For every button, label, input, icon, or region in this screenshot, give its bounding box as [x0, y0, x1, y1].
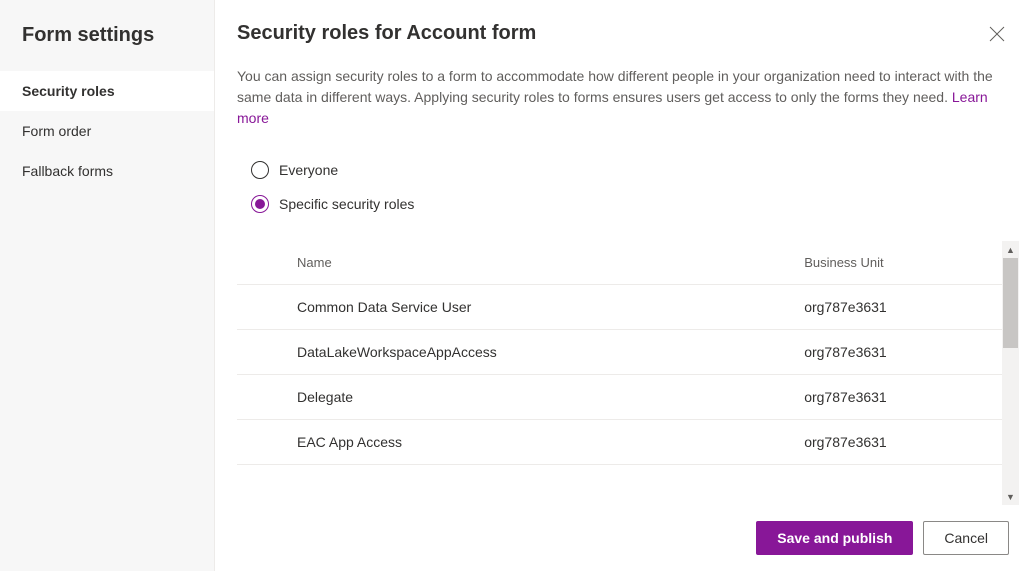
- radio-label: Everyone: [279, 162, 338, 178]
- cell-business-unit: org787e3631: [796, 285, 1002, 330]
- table-row[interactable]: DataLakeWorkspaceAppAccess org787e3631: [237, 330, 1002, 375]
- sidebar-item-form-order[interactable]: Form order: [0, 111, 214, 151]
- cell-business-unit: org787e3631: [796, 375, 1002, 420]
- cell-business-unit: org787e3631: [796, 330, 1002, 375]
- sidebar-title: Form settings: [0, 0, 214, 71]
- radio-specific-security-roles[interactable]: Specific security roles: [251, 187, 1009, 221]
- radio-group: Everyone Specific security roles: [215, 129, 1031, 229]
- cell-name: DataLakeWorkspaceAppAccess: [237, 330, 796, 375]
- table-header-row: Name Business Unit: [237, 241, 1002, 285]
- description: You can assign security roles to a form …: [215, 50, 1031, 129]
- cancel-button[interactable]: Cancel: [923, 521, 1009, 555]
- main-header: Security roles for Account form: [215, 0, 1031, 50]
- column-header-name[interactable]: Name: [237, 241, 796, 285]
- cell-name: Delegate: [237, 375, 796, 420]
- description-text: You can assign security roles to a form …: [237, 68, 993, 105]
- roles-table: Name Business Unit Common Data Service U…: [237, 241, 1002, 465]
- sidebar-item-label: Security roles: [22, 83, 115, 99]
- scrollbar[interactable]: ▲ ▼: [1002, 241, 1019, 505]
- column-header-business-unit[interactable]: Business Unit: [796, 241, 1002, 285]
- table-row[interactable]: Delegate org787e3631: [237, 375, 1002, 420]
- radio-everyone[interactable]: Everyone: [251, 153, 1009, 187]
- radio-icon: [251, 161, 269, 179]
- close-button[interactable]: [985, 22, 1009, 50]
- sidebar-item-fallback-forms[interactable]: Fallback forms: [0, 151, 214, 191]
- cell-name: EAC App Access: [237, 420, 796, 465]
- close-icon: [989, 26, 1005, 42]
- cell-name: Common Data Service User: [237, 285, 796, 330]
- roles-table-scroll[interactable]: Name Business Unit Common Data Service U…: [237, 241, 1002, 505]
- sidebar-item-label: Form order: [22, 123, 91, 139]
- table-row[interactable]: Common Data Service User org787e3631: [237, 285, 1002, 330]
- cell-business-unit: org787e3631: [796, 420, 1002, 465]
- sidebar-item-security-roles[interactable]: Security roles: [0, 71, 214, 111]
- main-panel: Security roles for Account form You can …: [215, 0, 1031, 571]
- sidebar-item-label: Fallback forms: [22, 163, 113, 179]
- save-and-publish-button[interactable]: Save and publish: [756, 521, 913, 555]
- radio-label: Specific security roles: [279, 196, 414, 212]
- radio-icon: [251, 195, 269, 213]
- footer: Save and publish Cancel: [215, 505, 1031, 571]
- table-row[interactable]: EAC App Access org787e3631: [237, 420, 1002, 465]
- scroll-up-icon[interactable]: ▲: [1002, 241, 1019, 258]
- roles-table-container: Name Business Unit Common Data Service U…: [237, 241, 1019, 505]
- radio-dot-icon: [255, 199, 265, 209]
- sidebar: Form settings Security roles Form order …: [0, 0, 215, 571]
- scrollbar-thumb[interactable]: [1003, 258, 1018, 348]
- page-title: Security roles for Account form: [237, 22, 536, 45]
- scroll-down-icon[interactable]: ▼: [1002, 488, 1019, 505]
